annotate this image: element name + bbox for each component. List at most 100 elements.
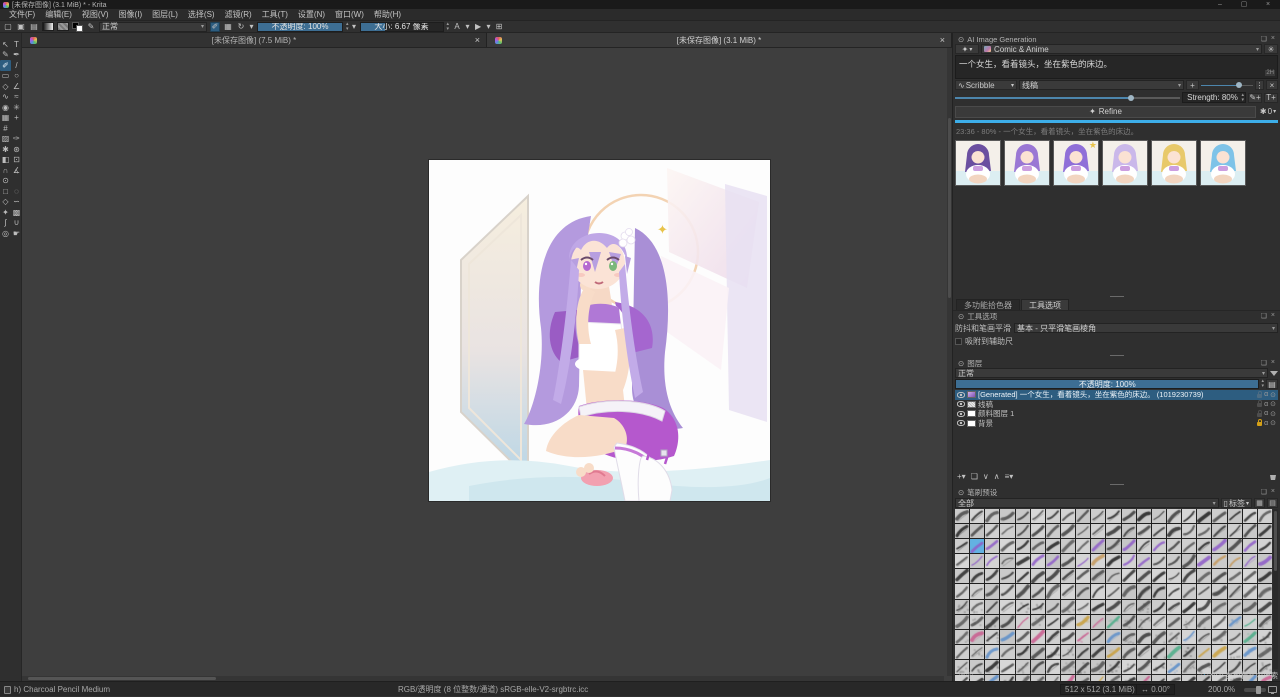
gradient-chooser[interactable] <box>42 22 54 31</box>
brush-preset-96[interactable] <box>1122 569 1136 583</box>
close-docker-icon[interactable]: × <box>1271 35 1275 43</box>
generated-thumbnail-5[interactable] <box>1151 140 1197 186</box>
minimize-button[interactable]: – <box>1208 0 1232 9</box>
opacity-slider[interactable]: 不透明度: 100% <box>257 22 343 32</box>
brush-preset-53[interactable] <box>1106 539 1120 553</box>
colorize-mask-tool[interactable]: ✱ <box>0 144 11 155</box>
magnetic-select-tool[interactable]: ∪ <box>11 218 22 229</box>
brush-preset-21[interactable] <box>1258 509 1272 523</box>
save-document-icon[interactable]: ▤ <box>29 22 39 32</box>
document-tab-1[interactable]: [未保存图像] (7.5 MiB) *× <box>22 33 487 47</box>
brush-preset-139[interactable] <box>1137 600 1151 614</box>
brush-preset-175[interactable] <box>1046 630 1060 644</box>
brush-preset-56[interactable] <box>1152 539 1166 553</box>
calligraphy-tool[interactable]: ✒ <box>11 50 22 61</box>
similar-select-tool[interactable]: ▩ <box>11 207 22 218</box>
tag-button[interactable]: ▯ 标签▾ <box>1221 498 1252 508</box>
freehand-brush-tool[interactable]: ✐ <box>0 60 11 71</box>
brush-preset-172[interactable] <box>1000 630 1014 644</box>
brush-preset-155[interactable] <box>1061 615 1075 629</box>
brush-preset-39[interactable] <box>1212 524 1226 538</box>
brush-preset-197[interactable] <box>1061 645 1075 659</box>
style-combo[interactable]: Comic & Anime ▾ <box>981 44 1262 54</box>
brush-preset-221[interactable] <box>1106 660 1120 674</box>
brush-preset-100[interactable] <box>1182 569 1196 583</box>
brush-preset-174[interactable] <box>1031 630 1045 644</box>
brush-preset-34[interactable] <box>1137 524 1151 538</box>
open-document-icon[interactable]: ▣ <box>16 22 26 32</box>
brush-preset-216[interactable] <box>1031 660 1045 674</box>
enclose-fill-tool[interactable]: ⊡ <box>11 155 22 166</box>
layer-lock-icon[interactable] <box>1257 413 1262 417</box>
brush-preset-8[interactable] <box>1061 509 1075 523</box>
control-more-button[interactable]: ⋮ <box>1255 80 1264 90</box>
brush-preset-1[interactable] <box>955 509 969 523</box>
mirror-v-dropdown-arrow[interactable]: ▾ <box>486 22 491 32</box>
alpha-lock-icon[interactable]: ⊙ <box>1270 419 1276 427</box>
docker-collapse-icon[interactable]: ⊙ <box>958 312 964 321</box>
brush-preset-49[interactable] <box>1046 539 1060 553</box>
freehand-select-tool[interactable]: ∽ <box>11 197 22 208</box>
brush-preset-72[interactable] <box>1076 554 1090 568</box>
blend-mode-combo[interactable]: 正常▾ <box>99 22 207 32</box>
brush-preset-80[interactable] <box>1197 554 1211 568</box>
brush-preset-183[interactable] <box>1167 630 1181 644</box>
brush-preset-198[interactable] <box>1076 645 1090 659</box>
brush-preset-67[interactable] <box>1000 554 1014 568</box>
brush-preset-160[interactable] <box>1137 615 1151 629</box>
brush-preset-60[interactable] <box>1212 539 1226 553</box>
queue-count[interactable]: ✱ 0▾ <box>1258 107 1278 117</box>
control-mode-combo[interactable]: ∿ Scribble▾ <box>955 80 1017 90</box>
brush-preset-32[interactable] <box>1106 524 1120 538</box>
menu-工具T[interactable]: 工具(T) <box>257 9 293 21</box>
colorspace-label[interactable]: RGB/透明度 (8 位整数/通道) sRGB-elle-V2-srgbtrc.… <box>398 684 588 695</box>
brush-preset-91[interactable] <box>1046 569 1060 583</box>
brush-preset-186[interactable] <box>1212 630 1226 644</box>
brush-preset-182[interactable] <box>1152 630 1166 644</box>
brush-preset-57[interactable] <box>1167 539 1181 553</box>
pan-tool[interactable]: ☛ <box>11 228 22 239</box>
brush-preset-164[interactable] <box>1197 615 1211 629</box>
brush-preset-231[interactable] <box>1258 660 1272 674</box>
layer-lock-icon[interactable] <box>1257 394 1262 398</box>
brush-preset-206[interactable] <box>1197 645 1211 659</box>
docker-collapse-icon[interactable]: ⊙ <box>958 35 964 44</box>
polygon-select-tool[interactable]: ◇ <box>0 197 11 208</box>
brush-preset-18[interactable] <box>1212 509 1226 523</box>
brush-preset-83[interactable] <box>1243 554 1257 568</box>
brush-preset-192[interactable] <box>985 645 999 659</box>
fg-bg-color-chooser[interactable] <box>72 22 83 32</box>
brush-preset-4[interactable] <box>1000 509 1014 523</box>
reference-images-tool[interactable]: ⊙ <box>0 176 11 187</box>
brush-preset-214[interactable] <box>1000 660 1014 674</box>
brush-preset-108[interactable] <box>985 584 999 598</box>
brush-preset-3[interactable] <box>985 509 999 523</box>
brush-preset-85[interactable] <box>955 569 969 583</box>
brush-preset-78[interactable] <box>1167 554 1181 568</box>
float-docker-icon[interactable]: ❏ <box>1261 488 1267 496</box>
brush-preset-70[interactable] <box>1046 554 1060 568</box>
generated-thumbnail-2[interactable] <box>1004 140 1050 186</box>
polyline-tool[interactable]: ∠ <box>11 81 22 92</box>
menu-图层L[interactable]: 图层(L) <box>147 9 183 21</box>
brush-preset-129[interactable] <box>985 600 999 614</box>
brush-preset-76[interactable] <box>1137 554 1151 568</box>
delete-layer-button[interactable] <box>1270 473 1276 480</box>
brush-preset-26[interactable] <box>1016 524 1030 538</box>
mirror-h-dropdown-arrow[interactable]: ▾ <box>465 22 470 32</box>
brush-preset-217[interactable] <box>1046 660 1060 674</box>
snap-assistants-checkbox[interactable] <box>955 338 962 345</box>
brush-preset-153[interactable] <box>1031 615 1045 629</box>
brush-preset-202[interactable] <box>1137 645 1151 659</box>
brush-preset-51[interactable] <box>1076 539 1090 553</box>
inherit-alpha-icon[interactable]: α <box>1264 420 1268 427</box>
smart-patch-tool[interactable]: ⊛ <box>11 144 22 155</box>
ai-workspace-button[interactable]: ✦▾ <box>955 44 979 54</box>
brush-preset-194[interactable] <box>1016 645 1030 659</box>
dynamic-brush-tool[interactable]: ◉ <box>0 102 11 113</box>
canvas-rotation-label[interactable]: ↔ 0.00° <box>1136 684 1175 695</box>
assistants-tool[interactable]: ∩ <box>0 165 11 176</box>
canvas-image[interactable]: ✦ <box>429 160 770 501</box>
ellipse-tool[interactable]: ○ <box>11 71 22 82</box>
float-docker-icon[interactable]: ❏ <box>1261 359 1267 367</box>
